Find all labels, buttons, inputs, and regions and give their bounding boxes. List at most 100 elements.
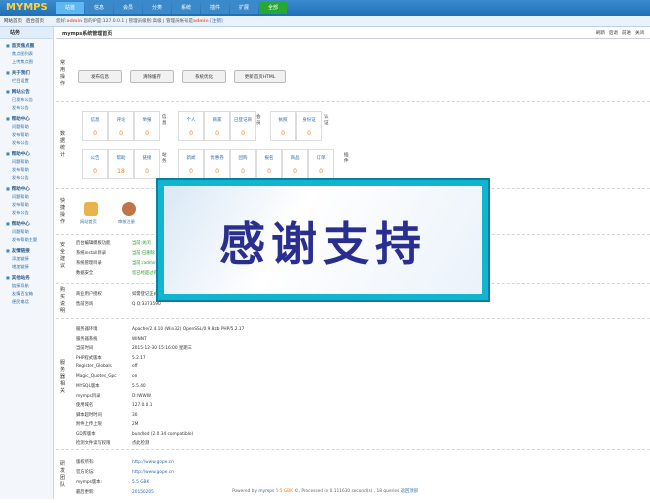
stat-cell[interactable]: 举报 0 bbox=[134, 111, 160, 141]
sidebar-group-title[interactable]: 友情链接 bbox=[0, 246, 53, 255]
sidebar-group-title[interactable]: 帮助中心 bbox=[0, 149, 53, 158]
nav-tab-system[interactable]: 系统 bbox=[172, 2, 200, 14]
info-key: 数据安全 bbox=[76, 271, 94, 276]
nav-tab-member[interactable]: 会员 bbox=[114, 2, 142, 14]
info-row: 检测文件读写权限 点此检测 bbox=[76, 440, 149, 446]
sidebar-group: 网站公告已发布公告发布公告 bbox=[0, 87, 53, 112]
footer-powered: Powered by bbox=[232, 489, 257, 494]
sidebar-item[interactable]: 发布帮助主题 bbox=[0, 236, 53, 244]
refresh-link[interactable]: 刷新 bbox=[596, 30, 605, 36]
sidebar-group-title[interactable]: 帮助中心 bbox=[0, 184, 53, 193]
user-icon[interactable] bbox=[122, 202, 136, 216]
update-html-button[interactable]: 更新首页HTML bbox=[234, 70, 286, 83]
sidebar-item[interactable]: 发布公告 bbox=[0, 104, 53, 112]
sidebar-item[interactable]: 上传焦点图 bbox=[0, 58, 53, 66]
sidebar-item[interactable]: 发布公告 bbox=[0, 139, 53, 147]
stat-cell[interactable]: 帮助 18 bbox=[108, 149, 134, 179]
footer-brand[interactable]: mymps bbox=[258, 489, 274, 494]
stat-cell[interactable]: 信息 0 bbox=[82, 111, 108, 141]
sidebar-item[interactable]: 栏目设置 bbox=[0, 77, 53, 85]
clear-cache-button[interactable]: 清除缓存 bbox=[130, 70, 174, 83]
nav-tab-site[interactable]: 站首 bbox=[56, 2, 84, 14]
stat-value: 0 bbox=[189, 168, 193, 175]
sidebar-item[interactable]: 便民电话 bbox=[0, 298, 53, 306]
sidebar-item[interactable]: 问题帮助 bbox=[0, 193, 53, 201]
sidebar-item[interactable]: 链接导航 bbox=[0, 282, 53, 290]
sidebar-group-title[interactable]: 帮助中心 bbox=[0, 219, 53, 228]
sidebar-item[interactable]: 问题帮助 bbox=[0, 123, 53, 131]
sidebar-item[interactable]: 发布公告 bbox=[0, 174, 53, 182]
publish-info-button[interactable]: 发布信息 bbox=[78, 70, 122, 83]
info-value: 5.2.17 bbox=[132, 355, 146, 361]
stat-cell[interactable]: 身份证 0 bbox=[296, 111, 322, 141]
sidebar-item[interactable]: 发布帮助 bbox=[0, 166, 53, 174]
sidebar-item[interactable]: 添加链接 bbox=[0, 255, 53, 263]
stat-cell[interactable]: 团购 0 bbox=[230, 149, 256, 179]
sidebar-group-title[interactable]: 网站公告 bbox=[0, 87, 53, 96]
stat-value: 0 bbox=[241, 130, 245, 137]
stat-cell[interactable]: 公告 0 bbox=[82, 149, 108, 179]
stat-cell[interactable]: 商家 0 bbox=[204, 111, 230, 141]
info-row: 脚本超时时间 30 bbox=[76, 412, 137, 418]
stat-cell[interactable]: 报名 0 bbox=[256, 149, 282, 179]
info-key: 商业用户授权 bbox=[76, 292, 102, 297]
stat-cell[interactable]: 个人 0 bbox=[178, 111, 204, 141]
stat-value: 0 bbox=[307, 130, 311, 137]
sidebar-group: 帮助中心问题帮助发布帮助发布公告 bbox=[0, 184, 53, 217]
sidebar-item[interactable]: 焦点图列表 bbox=[0, 50, 53, 58]
close-link[interactable]: 关闭 bbox=[635, 30, 644, 36]
back-to-top-link[interactable]: 返回顶部 bbox=[401, 489, 418, 494]
nav-tab-all[interactable]: 全部 bbox=[259, 2, 287, 14]
stat-value: 18 bbox=[117, 168, 125, 175]
stat-cell[interactable]: 新闻 0 bbox=[178, 149, 204, 179]
info-row: 数据安全 您已经超过有 bbox=[76, 270, 158, 276]
nav-tab-info[interactable]: 信息 bbox=[85, 2, 113, 14]
info-key: 系统管理目录 bbox=[76, 261, 102, 266]
sidebar-group-title[interactable]: 关于我们 bbox=[0, 68, 53, 77]
info-value: http://www.gope.cn bbox=[132, 460, 174, 465]
home-icon[interactable] bbox=[84, 202, 98, 216]
thanks-overlay-image: 感谢支持 bbox=[158, 180, 488, 300]
top-bar: MYMPS 站首 信息 会员 分类 系统 插件 扩展 全部 bbox=[0, 0, 650, 16]
sidebar-group-title[interactable]: 帮助中心 bbox=[0, 114, 53, 123]
site-home-link[interactable]: 网站首页 bbox=[4, 18, 22, 24]
sidebar-item[interactable]: 友情百宝箱 bbox=[0, 290, 53, 298]
admin-home-link[interactable]: 后台首页 bbox=[26, 18, 44, 24]
sidebar-item[interactable]: 发布帮助 bbox=[0, 201, 53, 209]
sidebar-group-title[interactable]: 其他站务 bbox=[0, 273, 53, 282]
logout-link[interactable]: [注销] bbox=[210, 19, 223, 24]
sidebar-item[interactable]: 增加链接 bbox=[0, 263, 53, 271]
footer-stats: ©, Processed in 0.111630 second(s) , 18 … bbox=[294, 489, 400, 494]
shortcut-audit-label[interactable]: 审核注册 bbox=[118, 219, 135, 225]
stat-cell[interactable]: 评论 0 bbox=[108, 111, 134, 141]
stat-cell[interactable]: 链接 0 bbox=[134, 149, 160, 179]
sidebar-item[interactable]: 问题帮助 bbox=[0, 158, 53, 166]
info-value: Apache/2.4.10 (Win32) OpenSSL/0.9.8zb PH… bbox=[132, 327, 245, 332]
stat-cell[interactable]: 已登记商 0 bbox=[230, 111, 256, 141]
info-key: GD库版本 bbox=[76, 431, 96, 437]
stat-value: 0 bbox=[267, 168, 271, 175]
stat-cell[interactable]: 订单 0 bbox=[308, 149, 334, 179]
forward-link[interactable]: 前进 bbox=[622, 30, 631, 36]
system-optimize-button[interactable]: 系统优化 bbox=[182, 70, 226, 83]
stat-cell[interactable]: 商品 0 bbox=[282, 149, 308, 179]
stat-cell[interactable]: 执照 0 bbox=[270, 111, 296, 141]
section-server: 服务器相关 服务器环境 Apache/2.4.10 (Win32) OpenSSL… bbox=[56, 320, 650, 450]
sidebar-item[interactable]: 问题帮助 bbox=[0, 228, 53, 236]
sidebar-group-title[interactable]: 首页焦点图 bbox=[0, 41, 53, 50]
stat-group-label: 会员 bbox=[256, 115, 261, 126]
shortcut-home-label[interactable]: 网站首页 bbox=[80, 219, 97, 225]
info-key: 官方论坛: bbox=[76, 470, 95, 475]
info-value: D:/WWW bbox=[132, 393, 151, 399]
stat-cell[interactable]: 优惠券 0 bbox=[204, 149, 230, 179]
back-link[interactable]: 后退 bbox=[609, 30, 618, 36]
sidebar-item[interactable]: 已发布公告 bbox=[0, 96, 53, 104]
info-row: 系统install目录 当前:已删除 bbox=[76, 250, 155, 256]
sidebar-item[interactable]: 发布帮助 bbox=[0, 131, 53, 139]
nav-tab-plugin[interactable]: 插件 bbox=[201, 2, 229, 14]
nav-tab-extend[interactable]: 扩展 bbox=[230, 2, 258, 14]
nav-tab-category[interactable]: 分类 bbox=[143, 2, 171, 14]
info-row: 当前时间 2015-12-30 15:16:00 星期三 bbox=[76, 345, 192, 351]
info-value: off bbox=[132, 364, 138, 369]
sidebar-item[interactable]: 发布公告 bbox=[0, 209, 53, 217]
